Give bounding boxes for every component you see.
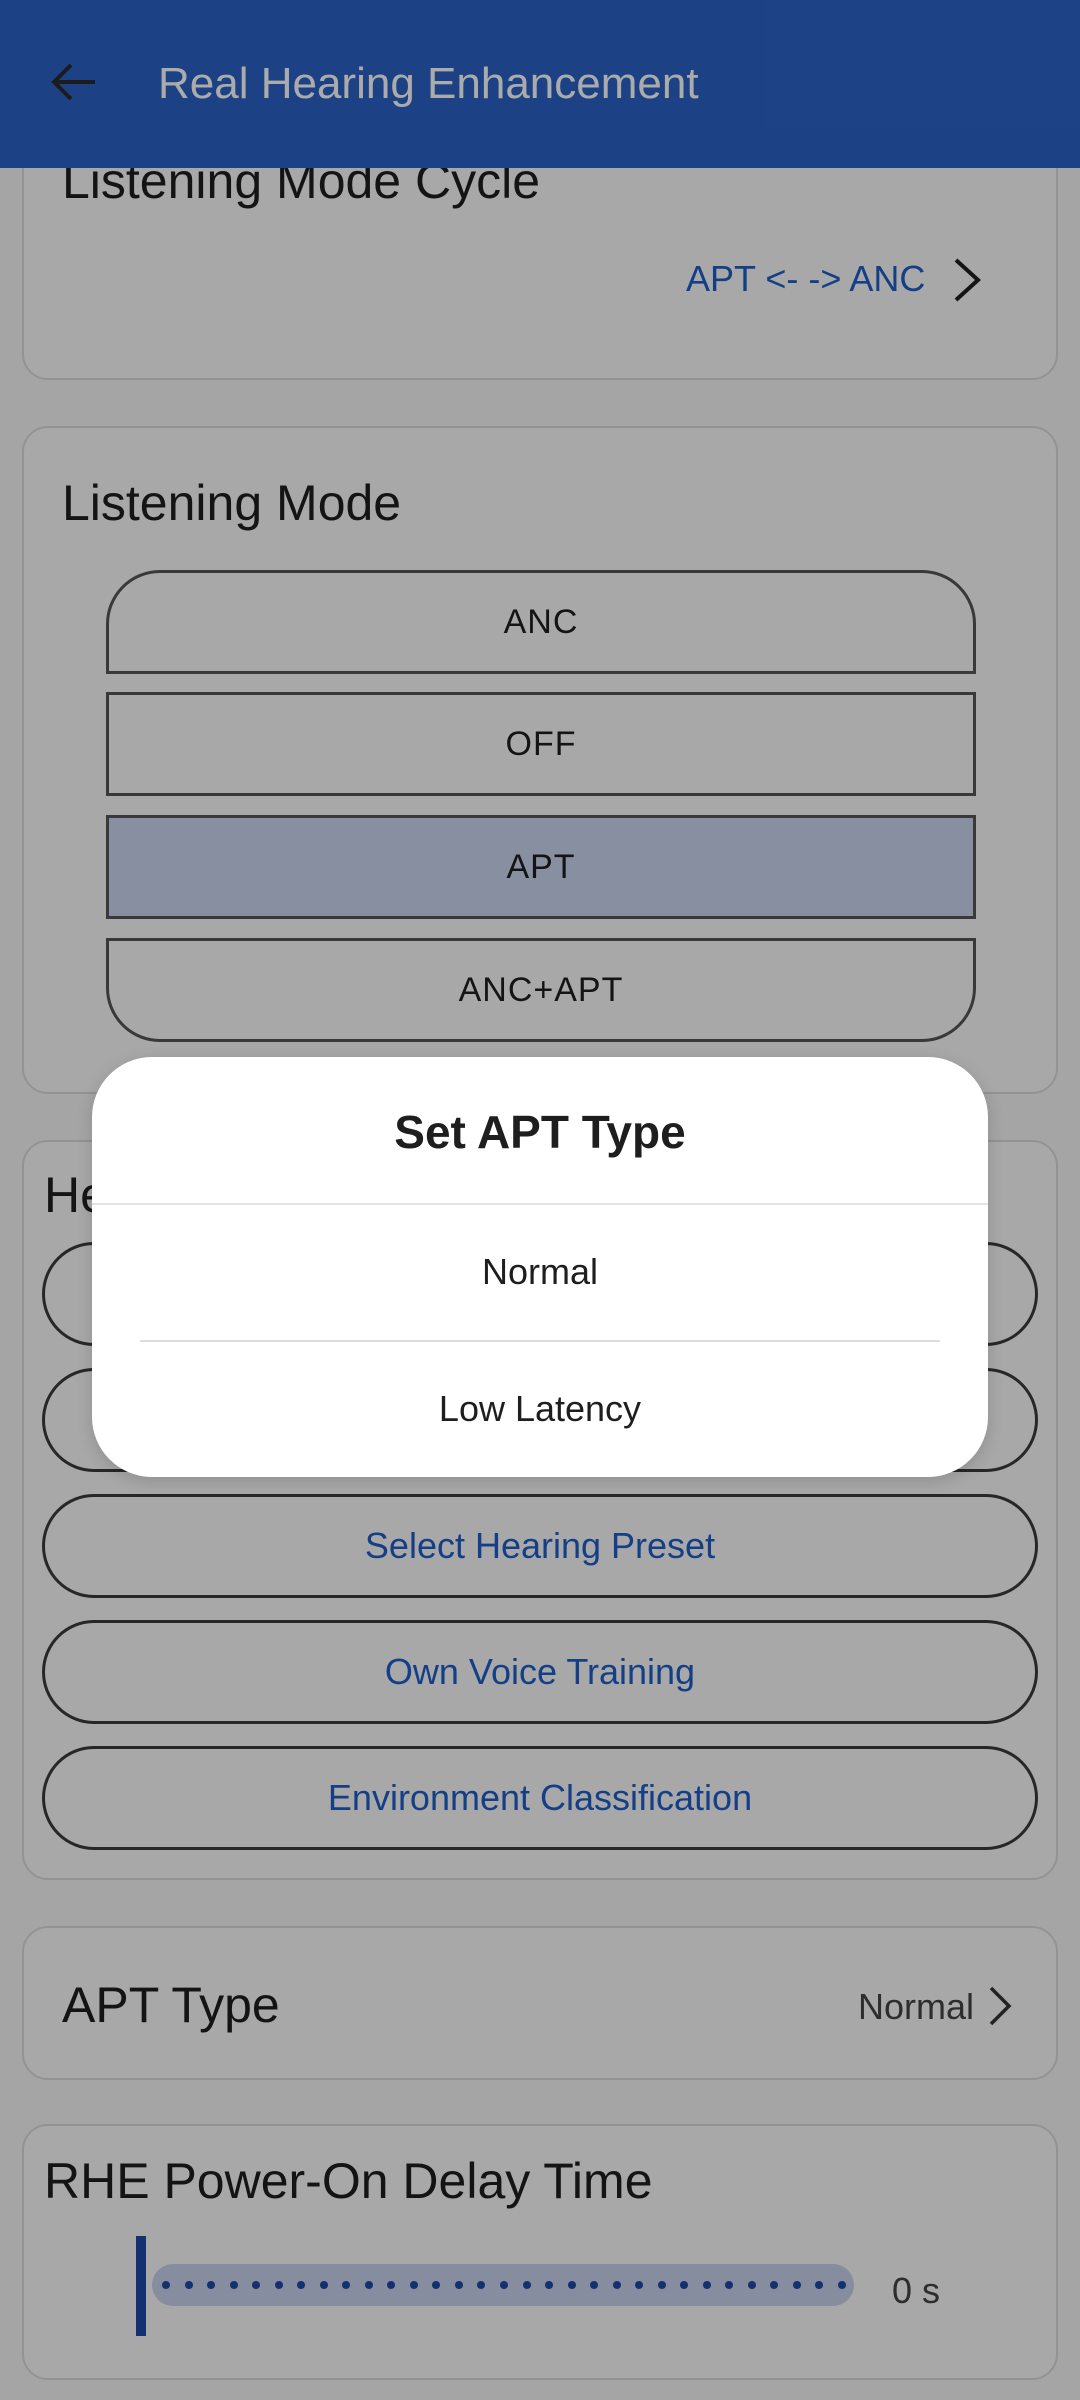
dialog-title: Set APT Type (394, 1106, 686, 1158)
dialog-option-normal[interactable]: Normal (92, 1205, 988, 1339)
set-apt-type-dialog: Set APT Type Normal Low Latency (92, 1057, 988, 1477)
dialog-option-low-latency[interactable]: Low Latency (92, 1342, 988, 1476)
